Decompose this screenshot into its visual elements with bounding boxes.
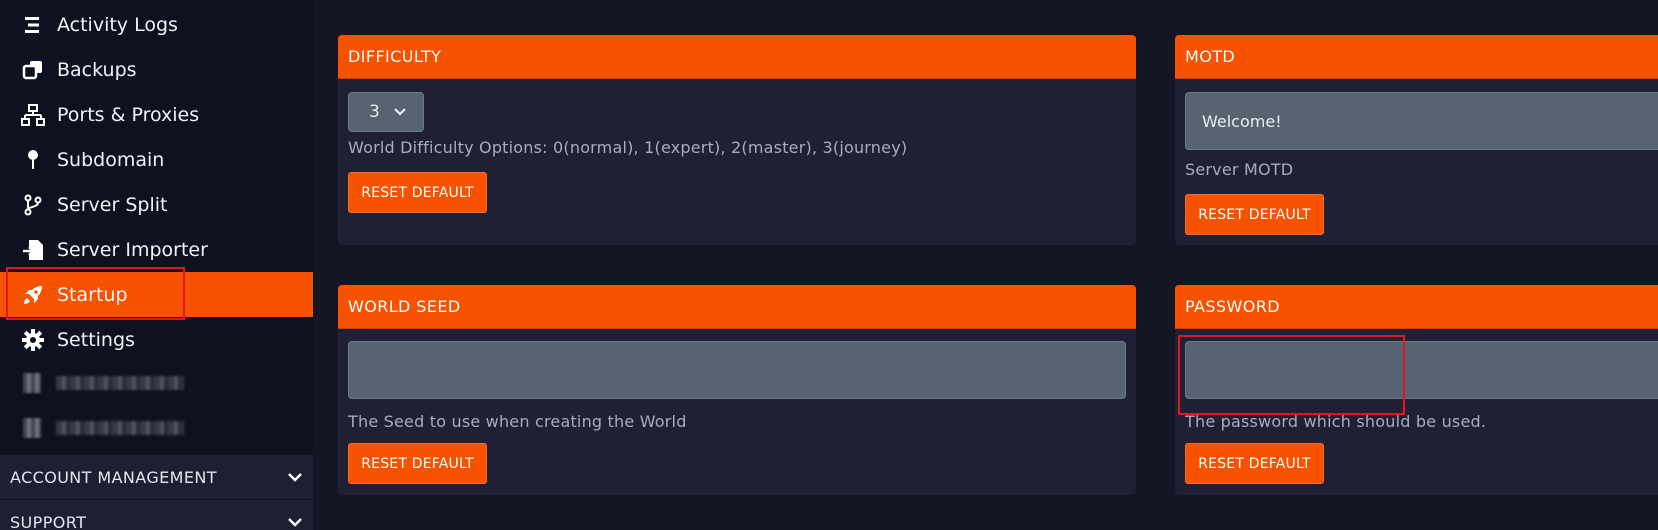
field-description: Server MOTD	[1185, 160, 1294, 179]
sidebar-item-label: Ports & Proxies	[57, 103, 200, 126]
card-motd: MOTD Welcome! Server MOTD RESET DEFAULT	[1175, 35, 1658, 245]
field-description: The password which should be used.	[1185, 412, 1487, 431]
sidebar-item-activity-logs[interactable]: Activity Logs	[0, 2, 313, 47]
section-account-management[interactable]: ACCOUNT MANAGEMENT	[0, 455, 313, 499]
card-title: PASSWORD	[1175, 285, 1658, 329]
sidebar-item-ports-proxies[interactable]: Ports & Proxies	[0, 92, 313, 137]
chevron-down-icon	[287, 469, 303, 485]
sidebar-item-label: Server Importer	[57, 238, 208, 261]
reset-default-button[interactable]: RESET DEFAULT	[1185, 443, 1324, 484]
sidebar-item-redacted[interactable]	[0, 405, 313, 450]
redacted-icon	[23, 418, 41, 438]
section-label: SUPPORT	[10, 512, 87, 530]
card-title: WORLD SEED	[338, 285, 1136, 329]
sidebar-item-label: Activity Logs	[57, 13, 178, 36]
card-difficulty: DIFFICULTY 3 World Difficulty Options: 0…	[338, 35, 1136, 245]
card-world-seed: WORLD SEED The Seed to use when creating…	[338, 285, 1136, 495]
sidebar-item-startup[interactable]: Startup	[0, 272, 313, 317]
redacted-icon	[23, 373, 41, 393]
select-value: 3	[369, 102, 380, 122]
reset-default-button[interactable]: RESET DEFAULT	[348, 172, 487, 213]
sidebar-item-server-importer[interactable]: Server Importer	[0, 227, 313, 272]
sidebar: Activity Logs Backups Ports & Proxies Su…	[0, 0, 313, 530]
world-seed-input[interactable]	[348, 341, 1126, 399]
sidebar-item-label: Startup	[57, 283, 128, 306]
reset-default-button[interactable]: RESET DEFAULT	[1185, 194, 1324, 235]
sidebar-item-label: Settings	[57, 328, 135, 351]
difficulty-select[interactable]: 3	[348, 92, 424, 132]
card-title: DIFFICULTY	[338, 35, 1136, 79]
field-description: The Seed to use when creating the World	[348, 412, 687, 431]
rocket-icon	[21, 283, 45, 307]
file-import-icon	[21, 238, 45, 262]
sidebar-item-settings[interactable]: Settings	[0, 317, 313, 362]
section-support[interactable]: SUPPORT	[0, 500, 313, 530]
reset-default-button[interactable]: RESET DEFAULT	[348, 443, 487, 484]
branch-icon	[21, 193, 45, 217]
password-input[interactable]	[1185, 341, 1658, 399]
sidebar-item-label: Subdomain	[57, 148, 165, 171]
card-password: PASSWORD The password which should be us…	[1175, 285, 1658, 495]
sidebar-item-subdomain[interactable]: Subdomain	[0, 137, 313, 182]
redacted-label	[56, 421, 184, 435]
chevron-down-icon	[393, 105, 407, 119]
network-icon	[21, 103, 45, 127]
card-title: MOTD	[1175, 35, 1658, 79]
sidebar-item-label: Backups	[57, 58, 137, 81]
sidebar-item-redacted[interactable]	[0, 360, 313, 405]
redacted-label	[56, 376, 184, 390]
sidebar-item-backups[interactable]: Backups	[0, 47, 313, 92]
gear-icon	[21, 328, 45, 352]
list-icon	[21, 13, 45, 37]
chevron-down-icon	[287, 514, 303, 530]
section-label: ACCOUNT MANAGEMENT	[10, 467, 217, 487]
sidebar-item-label: Server Split	[57, 193, 168, 216]
copy-icon	[21, 58, 45, 82]
pin-icon	[21, 148, 45, 172]
sidebar-item-server-split[interactable]: Server Split	[0, 182, 313, 227]
motd-input[interactable]: Welcome!	[1185, 92, 1658, 150]
field-description: World Difficulty Options: 0(normal), 1(e…	[348, 138, 908, 157]
